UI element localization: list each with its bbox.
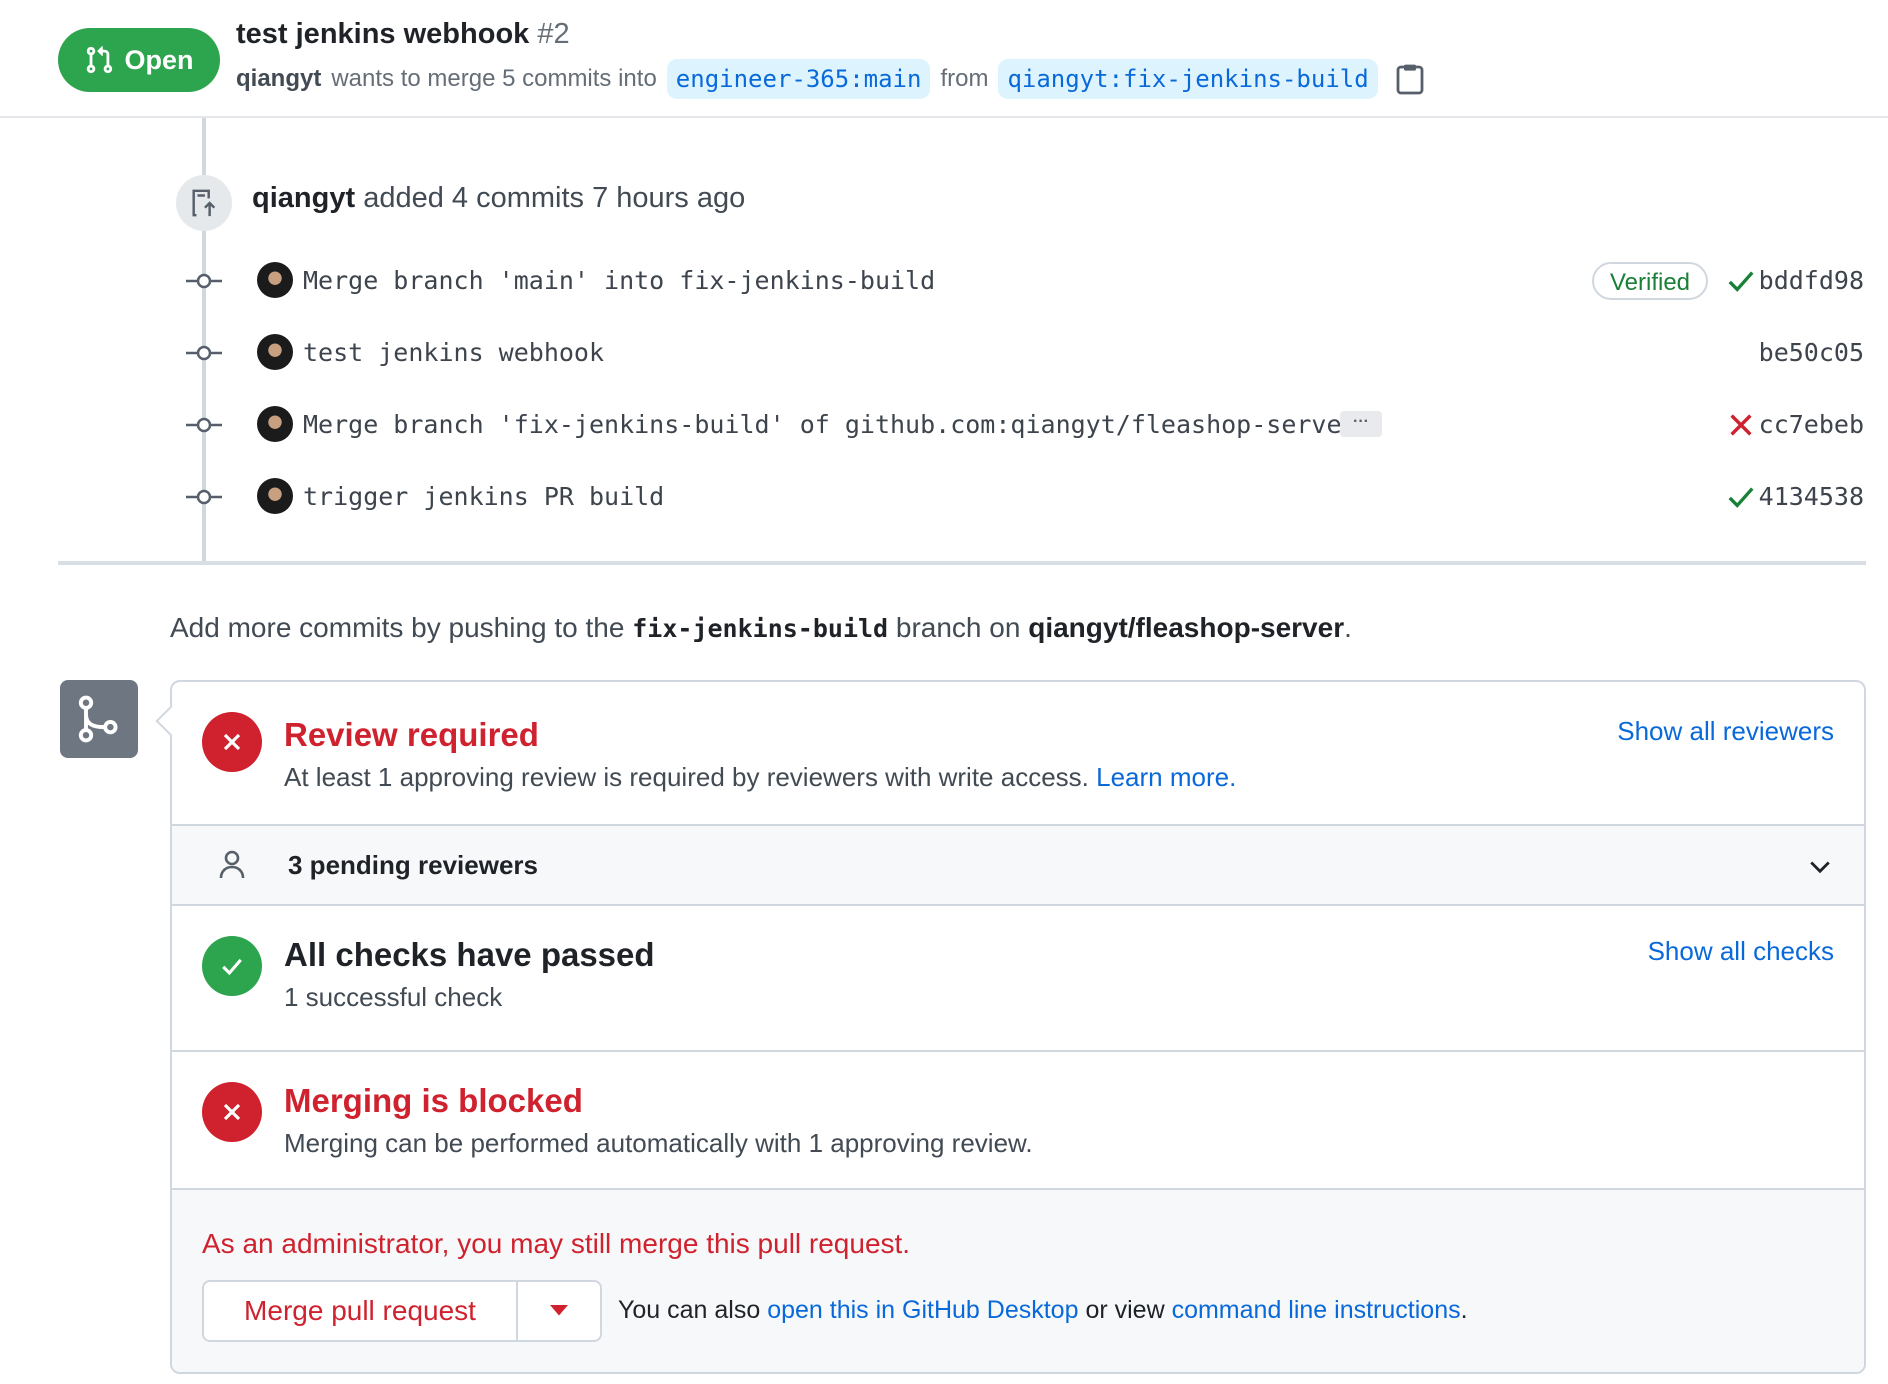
learn-more-link[interactable]: Learn more. (1096, 762, 1236, 792)
checks-title: All checks have passed (284, 936, 655, 973)
alt-prefix: You can also (618, 1296, 761, 1324)
hint-middle: branch on (895, 612, 1021, 643)
review-required-section: Review required At least 1 approving rev… (172, 682, 1864, 826)
check-icon[interactable] (1726, 482, 1756, 512)
check-icon[interactable] (1726, 266, 1756, 296)
avatar[interactable] (257, 262, 293, 298)
review-required-text: At least 1 approving review is required … (284, 762, 1089, 792)
pending-reviewers-label: 3 pending reviewers (288, 850, 538, 880)
repo-push-icon (176, 175, 232, 231)
push-event-text: added 4 commits 7 hours ago (363, 182, 746, 214)
git-commit-icon (186, 417, 222, 433)
commit-row: test jenkins webhook be50c05 (0, 326, 1888, 380)
verified-badge[interactable]: Verified (1592, 262, 1708, 300)
command-line-instructions-link[interactable]: command line instructions (1172, 1296, 1461, 1324)
pr-author-link[interactable]: qiangyt (236, 65, 321, 93)
merge-pull-request-button[interactable]: Merge pull request (204, 1282, 518, 1340)
admin-merge-section: As an administrator, you may still merge… (172, 1190, 1864, 1372)
avatar[interactable] (257, 478, 293, 514)
base-branch-link[interactable]: engineer-365:main (666, 59, 931, 99)
timeline-divider (58, 561, 1866, 565)
push-event: qiangyt added 4 commits 7 hours ago (252, 182, 745, 215)
merge-status-box: Review required At least 1 approving rev… (170, 680, 1866, 1374)
commit-sha-link[interactable]: 4134538 (1759, 482, 1864, 511)
pr-merge-text: wants to merge 5 commits into (331, 65, 657, 92)
git-commit-icon (186, 273, 222, 289)
expand-commit-message-button[interactable]: ··· (1340, 411, 1382, 437)
checks-subtitle: 1 successful check (284, 982, 503, 1012)
git-commit-icon (186, 345, 222, 361)
git-pull-request-icon (87, 46, 113, 74)
x-circle-icon (202, 1082, 262, 1142)
git-merge-icon (60, 680, 138, 758)
chevron-down-icon[interactable] (1806, 852, 1834, 880)
person-icon (219, 850, 245, 879)
commit-sha-link[interactable]: bddfd98 (1759, 266, 1864, 295)
git-commit-icon (186, 489, 222, 505)
head-branch-link[interactable]: qiangyt:fix-jenkins-build (998, 59, 1378, 99)
alt-middle: or view (1085, 1296, 1165, 1324)
push-author-link[interactable]: qiangyt (252, 182, 355, 214)
merge-method-dropdown[interactable] (518, 1282, 600, 1340)
hint-prefix: Add more commits by pushing to the (170, 612, 625, 643)
commit-message-link[interactable]: Merge branch 'main' into fix-jenkins-bui… (303, 266, 935, 295)
admin-notice: As an administrator, you may still merge… (202, 1228, 911, 1259)
pr-state-label: Open (124, 44, 194, 75)
commit-row: trigger jenkins PR build 4134538 (0, 470, 1888, 524)
x-icon[interactable] (1726, 410, 1756, 440)
commit-sha-link[interactable]: be50c05 (1759, 338, 1864, 367)
commit-message-link[interactable]: Merge branch 'fix-jenkins-build' of gith… (303, 410, 1357, 439)
check-circle-icon (202, 936, 262, 996)
merge-alternatives: You can also open this in GitHub Desktop… (618, 1296, 1468, 1325)
show-all-checks-link[interactable]: Show all checks (1648, 936, 1834, 967)
merge-blocked-title: Merging is blocked (284, 1082, 583, 1119)
pr-number: #2 (537, 18, 570, 50)
avatar[interactable] (257, 406, 293, 442)
pr-from-text: from (940, 65, 989, 92)
commit-row: Merge branch 'main' into fix-jenkins-bui… (0, 254, 1888, 308)
commit-message-link[interactable]: test jenkins webhook (303, 338, 604, 367)
pr-title: test jenkins webhook #2 (236, 18, 570, 51)
show-all-reviewers-link[interactable]: Show all reviewers (1617, 716, 1834, 747)
hint-repo-link[interactable]: qiangyt/fleashop-server (1028, 612, 1344, 643)
commit-message-link[interactable]: trigger jenkins PR build (303, 482, 664, 511)
push-hint: Add more commits by pushing to the fix-j… (170, 612, 1352, 644)
pending-reviewers-toggle[interactable]: 3 pending reviewers (172, 826, 1864, 906)
pr-state-badge: Open (58, 28, 220, 92)
merge-blocked-section: Merging is blocked Merging can be perfor… (172, 1052, 1864, 1190)
triangle-down-icon (550, 1305, 568, 1316)
hint-suffix: . (1344, 612, 1352, 643)
alt-suffix: . (1460, 1296, 1468, 1324)
x-circle-icon (202, 712, 262, 772)
commit-row: Merge branch 'fix-jenkins-build' of gith… (0, 398, 1888, 452)
commit-sha-link[interactable]: cc7ebeb (1759, 410, 1864, 439)
merge-blocked-subtitle: Merging can be performed automatically w… (284, 1128, 1033, 1158)
copy-icon[interactable] (1396, 63, 1424, 95)
pr-header: Open test jenkins webhook #2 qiangyt wan… (0, 0, 1888, 118)
github-desktop-link[interactable]: open this in GitHub Desktop (767, 1296, 1078, 1324)
merge-button-group: Merge pull request (202, 1280, 602, 1342)
pr-title-text: test jenkins webhook (236, 18, 530, 50)
hint-branch: fix-jenkins-build (632, 614, 889, 643)
avatar[interactable] (257, 334, 293, 370)
review-required-subtitle: At least 1 approving review is required … (284, 762, 1236, 793)
checks-section: All checks have passed 1 successful chec… (172, 906, 1864, 1052)
pr-meta: qiangyt wants to merge 5 commits into en… (236, 56, 1424, 102)
review-required-title: Review required (284, 716, 539, 753)
